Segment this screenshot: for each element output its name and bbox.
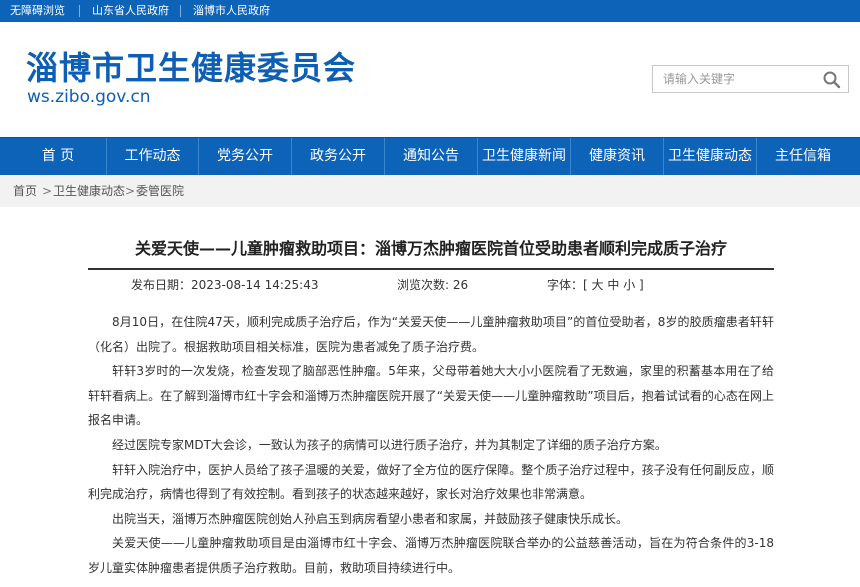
nav-item-health-news[interactable]: 卫生健康新闻 — [478, 138, 570, 175]
font-size-small-link[interactable]: 小 — [623, 278, 635, 292]
top-bar: 无障碍浏览 山东省人民政府 淄博市人民政府 — [0, 0, 860, 22]
font-size-bracket: ] — [639, 278, 644, 292]
breadcrumb-home[interactable]: 首页 — [13, 184, 37, 198]
article-body: 8月10日，在住院47天，顺利完成质子治疗后，作为“关爱天使——儿童肿瘤救助项目… — [88, 310, 774, 581]
top-bar-divider — [79, 5, 80, 17]
site-title[interactable]: 淄博市卫生健康委员会 — [26, 48, 356, 88]
publish-date-value: 2023-08-14 14:25:43 — [191, 278, 319, 292]
article-paragraph: 出院当天，淄博万杰肿瘤医院创始人孙启玉到病房看望小患者和家属，并鼓励孩子健康快乐… — [112, 511, 629, 526]
article-paragraph: 轩轩3岁时的一次发烧，检查发现了脑部恶性肿瘤。5年来，父母带着她大大小小医院看了… — [88, 364, 774, 428]
breadcrumb-affiliated-hospitals[interactable]: 委管医院 — [136, 184, 184, 198]
breadcrumb: 首页 > 卫生健康动态 > 委管医院 — [0, 175, 860, 207]
shandong-gov-link[interactable]: 山东省人民政府 — [92, 4, 169, 18]
font-size-selector: 字体：[ 大 中 小 ] — [547, 277, 644, 293]
site-header: 淄博市卫生健康委员会 ws.zibo.gov.cn — [0, 22, 860, 137]
nav-item-work-news[interactable]: 工作动态 — [107, 138, 198, 175]
nav-item-director-mailbox[interactable]: 主任信箱 — [757, 138, 849, 175]
search-icon[interactable] — [822, 70, 842, 90]
nav-item-health-info[interactable]: 健康资讯 — [571, 138, 663, 175]
publish-date: 发布日期：2023-08-14 14:25:43 — [131, 277, 318, 293]
nav-item-notices[interactable]: 通知公告 — [385, 138, 477, 175]
article-title: 关爱天使——儿童肿瘤救助项目：淄博万杰肿瘤医院首位受助患者顺利完成质子治疗 — [134, 239, 727, 258]
search-input[interactable] — [663, 70, 813, 88]
article-paragraph: 经过医院专家MDT大会诊，一致认为孩子的病情可以进行质子治疗，并为其制定了详细的… — [112, 437, 667, 452]
nav-item-health-updates[interactable]: 卫生健康动态 — [664, 138, 756, 175]
zibo-gov-link[interactable]: 淄博市人民政府 — [193, 4, 270, 18]
view-count-value: 26 — [452, 278, 469, 292]
title-divider — [88, 268, 774, 270]
site-domain: ws.zibo.gov.cn — [27, 87, 151, 107]
article-paragraph: 8月10日，在住院47天，顺利完成质子治疗后，作为“关爱天使——儿童肿瘤救助项目… — [88, 315, 774, 354]
nav-item-party-affairs[interactable]: 党务公开 — [199, 138, 291, 175]
font-size-large-link[interactable]: 大 — [592, 278, 604, 292]
accessibility-link[interactable]: 无障碍浏览 — [10, 4, 65, 18]
breadcrumb-health-updates[interactable]: 卫生健康动态 — [53, 184, 125, 198]
font-size-label: 字体：[ — [547, 278, 588, 292]
search-box — [652, 65, 849, 93]
article-paragraph: 轩轩入院治疗中，医护人员给了孩子温暖的关爱，做好了全方位的医疗保障。整个质子治疗… — [88, 462, 774, 502]
main-nav: 首 页 工作动态 党务公开 政务公开 通知公告 卫生健康新闻 健康资讯 卫生健康… — [0, 137, 860, 175]
breadcrumb-separator: > — [42, 184, 53, 198]
font-size-medium-link[interactable]: 中 — [607, 278, 619, 292]
view-count-label: 浏览次数: — [397, 278, 453, 292]
article-paragraph: 关爱天使——儿童肿瘤救助项目是由淄博市红十字会、淄博万杰肿瘤医院联合举办的公益慈… — [88, 536, 774, 575]
publish-date-label: 发布日期： — [131, 278, 192, 292]
top-bar-divider — [180, 5, 181, 17]
view-count: 浏览次数: 26 — [397, 277, 468, 293]
nav-item-government-affairs[interactable]: 政务公开 — [292, 138, 384, 175]
nav-item-home[interactable]: 首 页 — [10, 138, 106, 175]
breadcrumb-separator: > — [125, 184, 136, 198]
